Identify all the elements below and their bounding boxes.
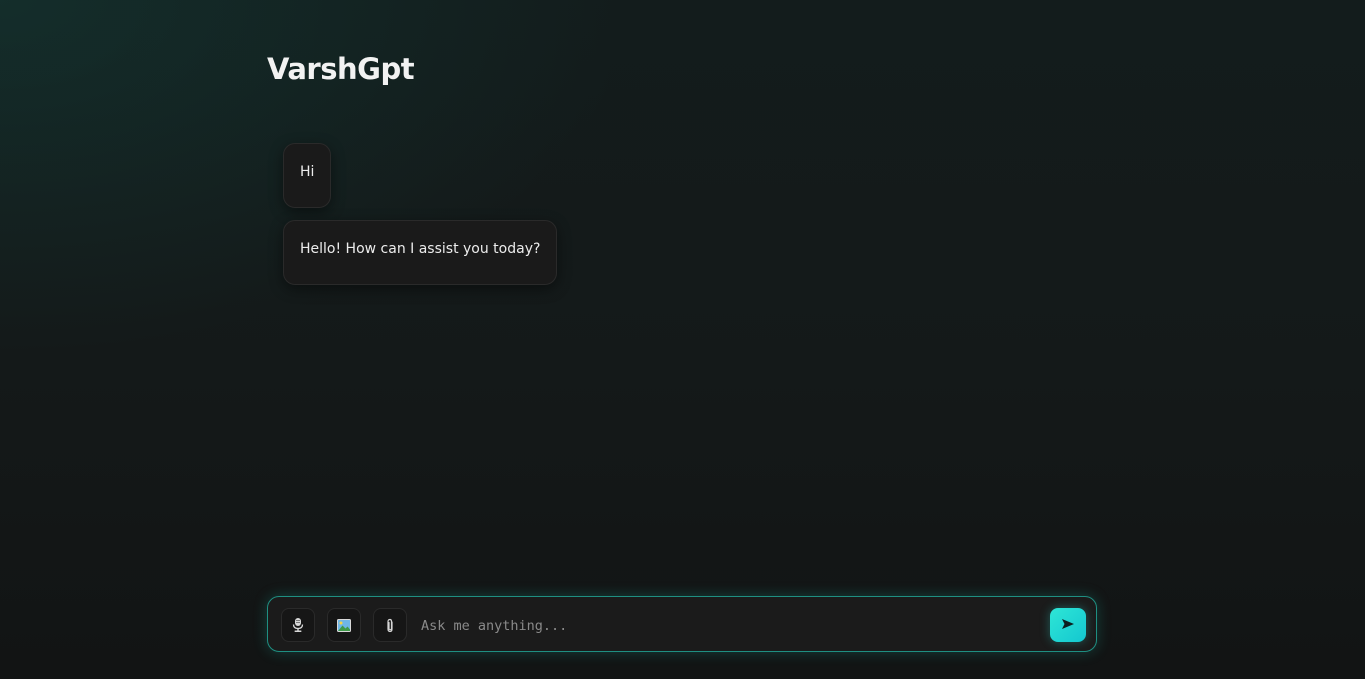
message-composer xyxy=(267,596,1097,652)
user-message-text: Hi xyxy=(300,164,315,180)
image-upload-button[interactable] xyxy=(327,608,361,642)
message-list: Hi Hello! How can I assist you today? xyxy=(283,143,558,285)
app-title: VarshGpt xyxy=(267,52,415,86)
assistant-message: Hello! How can I assist you today? xyxy=(283,220,558,285)
microphone-icon xyxy=(291,617,305,633)
user-message: Hi xyxy=(283,143,332,208)
image-icon xyxy=(337,618,351,632)
microphone-button[interactable] xyxy=(281,608,315,642)
paperclip-icon xyxy=(385,618,395,633)
send-arrow-icon xyxy=(1061,618,1075,633)
send-button[interactable] xyxy=(1050,608,1086,642)
assistant-message-text: Hello! How can I assist you today? xyxy=(300,241,541,257)
prompt-input[interactable] xyxy=(419,611,1043,641)
chat-app: VarshGpt Hi Hello! How can I assist you … xyxy=(267,0,1099,679)
attach-file-button[interactable] xyxy=(373,608,407,642)
